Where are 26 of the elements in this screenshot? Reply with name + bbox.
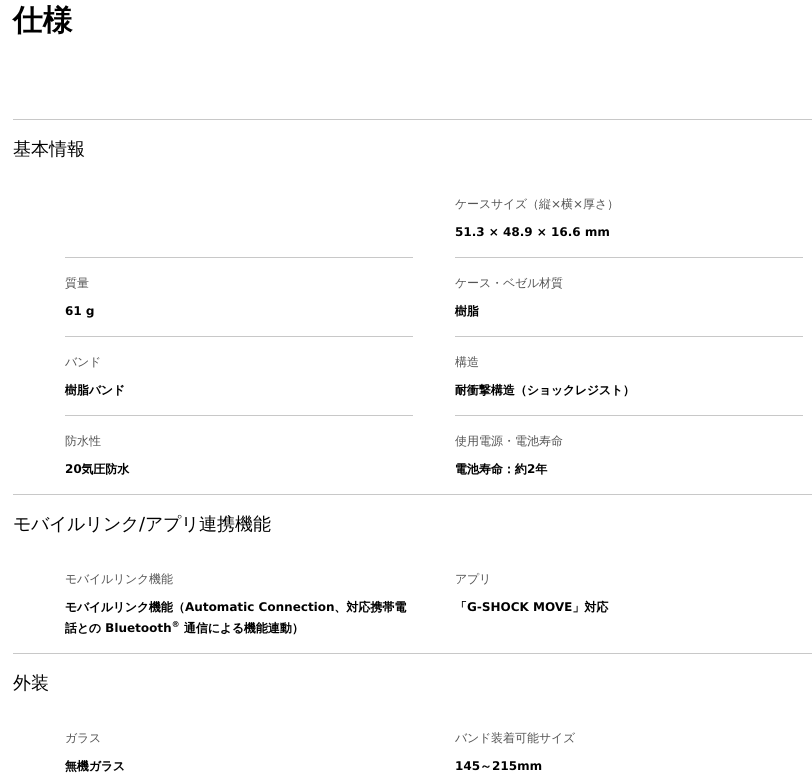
- section-heading: 基本情報: [13, 138, 86, 162]
- spec-value: 耐衝撃構造（ショックレジスト）: [455, 382, 636, 399]
- spec-label: 構造: [455, 355, 480, 369]
- spec-value: 51.3 × 48.9 × 16.6 mm: [455, 224, 611, 241]
- spec-label: ケース・ベゼル材質: [455, 276, 564, 290]
- spec-label: 質量: [65, 276, 90, 290]
- spec-label: バンド: [65, 355, 102, 369]
- spec-value: 「G-SHOCK MOVE」対応: [455, 599, 610, 616]
- spec-value: 20気圧防水: [65, 461, 131, 478]
- spec-value: 樹脂バンド: [65, 382, 126, 399]
- section-heading: 外装: [13, 672, 50, 696]
- spec-label: バンド装着可能サイズ: [455, 731, 576, 745]
- page-title: 仕様: [13, 2, 74, 40]
- spec-label: 使用電源・電池寿命: [455, 434, 564, 448]
- spec-label: 防水性: [65, 434, 102, 448]
- spec-value: 145～215mm: [455, 758, 544, 775]
- spec-value: 無機ガラス: [65, 758, 126, 775]
- spec-value: 樹脂: [455, 303, 480, 320]
- spec-label: ケースサイズ（縦×横×厚さ）: [455, 197, 620, 211]
- spec-value: モバイルリンク機能（Automatic Connection、対応携帯電話との Bluetooth$^{®}$ 通信による機能連動）: [65, 599, 408, 637]
- spec-label: アプリ: [455, 572, 492, 586]
- spec-value: 61 g: [65, 303, 96, 320]
- section-heading: モバイルリンク/アプリ連携機能: [13, 513, 272, 537]
- spec-value: 電池寿命：約2年: [455, 461, 548, 478]
- spec-label: ガラス: [65, 731, 102, 745]
- spec-label: モバイルリンク機能: [65, 572, 174, 586]
